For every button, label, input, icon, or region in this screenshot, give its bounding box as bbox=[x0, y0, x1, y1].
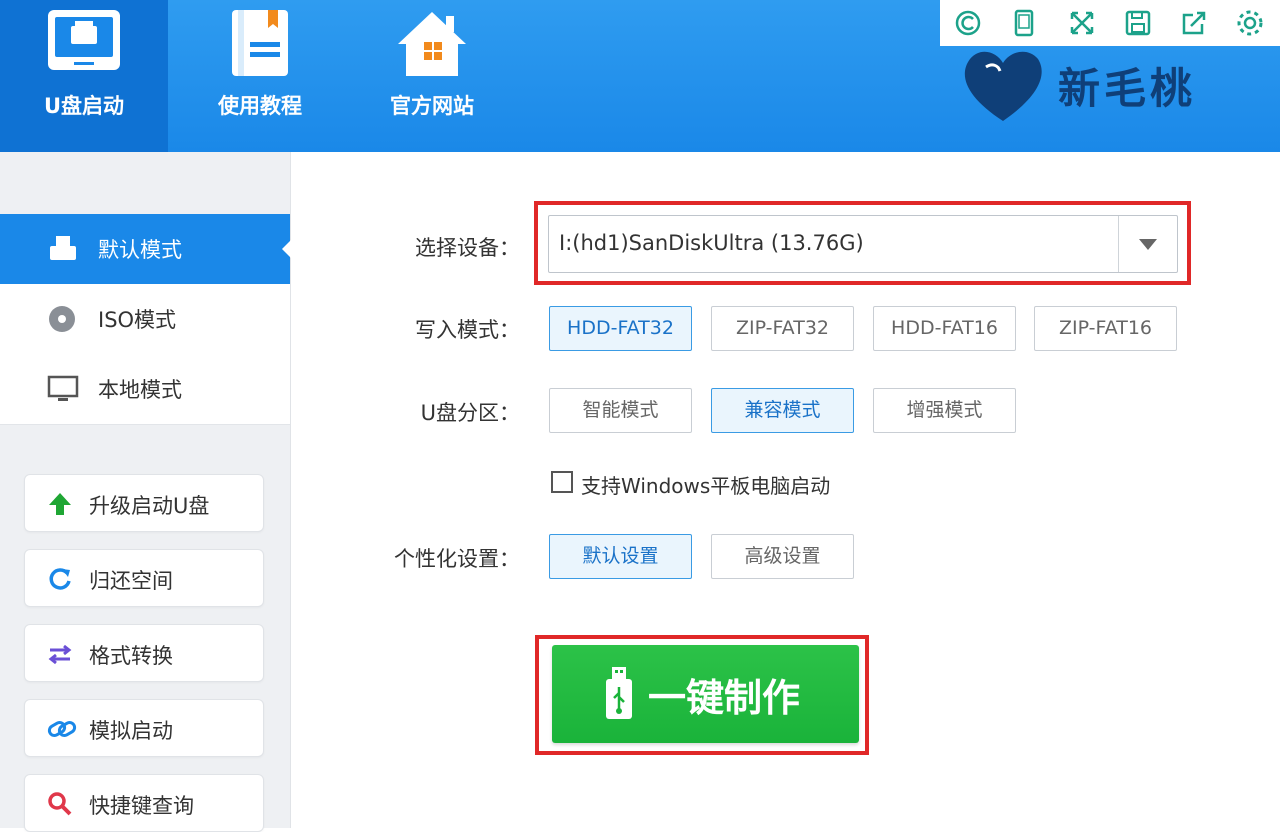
tool-card-label: 模拟启动 bbox=[89, 719, 173, 743]
write-mode-label: 写入模式： bbox=[415, 318, 520, 342]
simulate-boot-button[interactable]: 模拟启动 bbox=[24, 699, 264, 757]
format-convert-button[interactable]: 格式转换 bbox=[24, 624, 264, 682]
tool-card-label: 格式转换 bbox=[89, 644, 173, 668]
hotkey-lookup-button[interactable]: 快捷键查询 bbox=[24, 774, 264, 832]
usb-stick-icon bbox=[604, 667, 634, 725]
active-indicator bbox=[282, 240, 291, 258]
partition-compatible-mode[interactable]: 兼容模式 bbox=[711, 388, 854, 433]
device-select-value: I:(hd1)SanDiskUltra (13.76G) bbox=[559, 231, 864, 255]
nav-official-site[interactable]: 官方网站 bbox=[348, 0, 516, 152]
search-icon bbox=[47, 791, 73, 821]
custom-advanced-settings[interactable]: 高级设置 bbox=[711, 534, 854, 579]
custom-default-settings[interactable]: 默认设置 bbox=[549, 534, 692, 579]
brand-logo: 新毛桃 bbox=[958, 45, 1258, 125]
sidebar-mode-label: 默认模式 bbox=[98, 238, 182, 262]
sidebar-mode-iso[interactable]: ISO模式 bbox=[0, 284, 290, 355]
sidebar-mode-local[interactable]: 本地模式 bbox=[0, 354, 290, 425]
chevron-down-icon bbox=[1139, 239, 1157, 250]
nav-label: 使用教程 bbox=[218, 94, 302, 118]
sidebar-mode-label: 本地模式 bbox=[98, 378, 182, 402]
logo-text: 新毛桃 bbox=[1058, 64, 1197, 113]
app-header: U盘启动 使用教程 官方网站 新毛桃 bbox=[0, 0, 1280, 152]
tool-card-label: 归还空间 bbox=[89, 569, 173, 593]
device-select[interactable]: I:(hd1)SanDiskUltra (13.76G) bbox=[548, 215, 1178, 273]
partition-smart-mode[interactable]: 智能模式 bbox=[549, 388, 692, 433]
book-icon bbox=[228, 8, 292, 84]
partition-enhanced-mode[interactable]: 增强模式 bbox=[873, 388, 1016, 433]
make-button-label: 一键制作 bbox=[648, 676, 801, 720]
restore-space-button[interactable]: 归还空间 bbox=[24, 549, 264, 607]
partition-label: U盘分区： bbox=[420, 401, 520, 425]
share-icon[interactable] bbox=[1178, 7, 1210, 39]
nav-tutorial[interactable]: 使用教程 bbox=[176, 0, 344, 152]
nav-usb-boot[interactable]: U盘启动 bbox=[0, 0, 168, 152]
tool-card-label: 快捷键查询 bbox=[89, 794, 194, 818]
window-toolbar bbox=[940, 0, 1280, 46]
peach-logo-icon bbox=[964, 51, 1042, 121]
sidebar-mode-label: ISO模式 bbox=[98, 308, 177, 332]
nav-label: 官方网站 bbox=[390, 94, 474, 118]
custom-settings-label: 个性化设置： bbox=[394, 547, 520, 571]
save-icon[interactable] bbox=[1122, 7, 1154, 39]
device-dropdown-toggle[interactable] bbox=[1118, 216, 1177, 272]
usb-drive-icon bbox=[47, 234, 79, 268]
gear-icon[interactable] bbox=[1234, 7, 1266, 39]
tablet-icon[interactable] bbox=[1008, 7, 1040, 39]
device-label: 选择设备： bbox=[415, 236, 520, 260]
write-mode-hdd-fat32[interactable]: HDD-FAT32 bbox=[549, 306, 692, 351]
one-click-make-button[interactable]: 一键制作 bbox=[552, 645, 859, 743]
tool-card-label: 升级启动U盘 bbox=[89, 494, 210, 518]
fullscreen-icon[interactable] bbox=[1066, 7, 1098, 39]
sidebar-mode-default[interactable]: 默认模式 bbox=[0, 214, 291, 285]
write-mode-zip-fat32[interactable]: ZIP-FAT32 bbox=[711, 306, 854, 351]
monitor-icon bbox=[44, 8, 124, 82]
write-mode-hdd-fat16[interactable]: HDD-FAT16 bbox=[873, 306, 1016, 351]
nav-label: U盘启动 bbox=[43, 94, 125, 118]
swap-arrows-icon bbox=[47, 641, 73, 671]
monitor-icon bbox=[47, 374, 79, 408]
up-arrow-icon bbox=[47, 491, 73, 521]
refresh-icon bbox=[47, 566, 73, 596]
support-icon[interactable] bbox=[952, 7, 984, 39]
tablet-boot-checkbox-label[interactable]: 支持Windows平板电脑启动 bbox=[581, 470, 830, 499]
upgrade-usb-button[interactable]: 升级启动U盘 bbox=[24, 474, 264, 532]
link-icon bbox=[47, 716, 77, 746]
write-mode-zip-fat16[interactable]: ZIP-FAT16 bbox=[1034, 306, 1177, 351]
house-icon bbox=[394, 8, 470, 84]
tablet-boot-checkbox[interactable] bbox=[551, 471, 573, 493]
sidebar: 默认模式 ISO模式 本地模式 升级启动U盘 归还空间 格式转换 模拟启动 快捷… bbox=[0, 152, 291, 832]
disc-icon bbox=[47, 304, 77, 338]
